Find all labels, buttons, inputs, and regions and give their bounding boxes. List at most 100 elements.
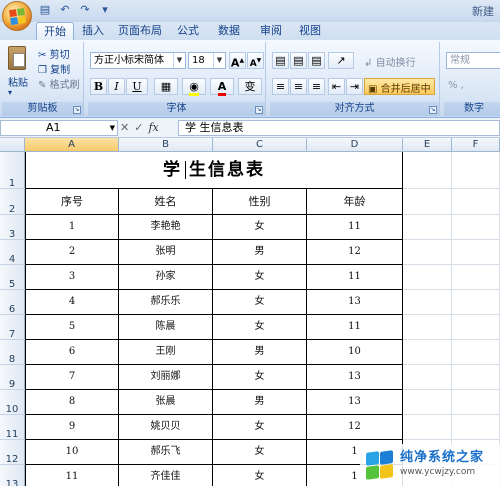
empty-cell[interactable] [403,315,452,340]
underline-button[interactable]: U [126,78,148,95]
table-cell[interactable]: 12 [307,240,403,265]
table-cell[interactable]: 女 [213,365,307,390]
column-header-a[interactable]: A [25,138,119,152]
row-header-9[interactable]: 9 [0,365,25,390]
italic-button[interactable]: I [108,78,125,95]
empty-cell[interactable] [403,215,452,240]
table-cell[interactable]: 11 [25,465,119,486]
empty-cell[interactable] [403,240,452,265]
table-cell[interactable]: 7 [25,365,119,390]
save-icon[interactable]: ▤ [38,3,52,17]
column-header-b[interactable]: B [119,138,213,152]
column-header-c[interactable]: C [213,138,307,152]
wrap-text-button[interactable]: ↲ 自动换行 [364,54,416,69]
table-cell[interactable]: 王刚 [119,340,213,365]
table-cell[interactable]: 男 [213,390,307,415]
customize-qat-icon[interactable]: ▾ [98,3,112,17]
formula-input[interactable]: 学 生信息表 [178,120,500,136]
table-cell[interactable]: 4 [25,290,119,315]
number-format-select[interactable]: 常规 [446,52,500,69]
font-launcher-icon[interactable]: ↘ [255,106,263,114]
shrink-font-button[interactable]: A▼ [247,52,264,69]
table-cell[interactable]: 女 [213,440,307,465]
column-header-d[interactable]: D [307,138,403,152]
grow-font-button[interactable]: A▲ [229,52,246,70]
empty-cell[interactable] [403,152,452,189]
table-cell[interactable]: 9 [25,415,119,440]
table-cell[interactable]: 8 [25,390,119,415]
bold-button[interactable]: B [90,78,107,95]
row-header-1[interactable]: 1 [0,152,25,189]
row-header-5[interactable]: 5 [0,265,25,290]
undo-icon[interactable]: ↶ [58,3,72,17]
empty-cell[interactable] [452,365,500,390]
table-cell[interactable]: 10 [307,340,403,365]
name-box[interactable]: A1 ▼ [0,120,118,136]
office-button[interactable] [2,1,32,31]
increase-indent-button[interactable]: ⇥ [346,78,363,95]
table-cell[interactable]: 11 [307,265,403,290]
align-bottom-button[interactable]: ▤ [308,52,325,69]
table-cell[interactable]: 3 [25,265,119,290]
tab-data[interactable]: 数据 [213,22,245,40]
empty-cell[interactable] [452,290,500,315]
borders-button[interactable]: ▦ [154,78,178,95]
column-header-e[interactable]: E [403,138,452,152]
empty-cell[interactable] [452,240,500,265]
table-cell[interactable]: 13 [307,290,403,315]
cancel-icon[interactable]: ✕ [120,121,129,134]
row-header-11[interactable]: 11 [0,415,25,440]
table-cell[interactable]: 郝乐乐 [119,290,213,315]
font-color-button[interactable]: A [210,78,234,96]
merge-center-button[interactable]: ▣ 合并后居中 [364,78,435,95]
table-cell[interactable]: 陈晨 [119,315,213,340]
empty-cell[interactable] [403,340,452,365]
tab-insert[interactable]: 插入 [78,22,108,40]
table-cell[interactable]: 张晨 [119,390,213,415]
row-header-12[interactable]: 12 [0,440,25,465]
empty-cell[interactable] [452,340,500,365]
table-cell[interactable]: 女 [213,265,307,290]
table-cell[interactable]: 女 [213,415,307,440]
table-cell[interactable]: 2 [25,240,119,265]
table-cell[interactable]: 11 [307,215,403,240]
row-header-6[interactable]: 6 [0,290,25,315]
align-left-button[interactable]: ≡ [272,78,289,95]
empty-cell[interactable] [403,365,452,390]
empty-cell[interactable] [452,315,500,340]
align-middle-button[interactable]: ▤ [290,52,307,69]
table-cell[interactable]: 齐佳佳 [119,465,213,486]
empty-cell[interactable] [452,189,500,215]
align-top-button[interactable]: ▤ [272,52,289,69]
paste-icon[interactable] [8,46,26,70]
align-right-button[interactable]: ≡ [308,78,325,95]
table-cell[interactable]: 孙家 [119,265,213,290]
table-cell[interactable]: 女 [213,315,307,340]
empty-cell[interactable] [452,152,500,189]
sheet-title-cell[interactable]: 学生信息表 [25,152,403,189]
clipboard-launcher-icon[interactable]: ↘ [73,106,81,114]
table-cell[interactable]: 5 [25,315,119,340]
empty-cell[interactable] [403,189,452,215]
table-cell[interactable]: 13 [307,365,403,390]
table-cell[interactable]: 男 [213,240,307,265]
insert-function-button[interactable]: fx [148,121,158,134]
table-cell[interactable]: 李艳艳 [119,215,213,240]
table-cell[interactable]: 刘丽娜 [119,365,213,390]
tab-home[interactable]: 开始 [36,22,74,40]
alignment-launcher-icon[interactable]: ↘ [429,106,437,114]
empty-cell[interactable] [403,415,452,440]
table-cell[interactable]: 女 [213,290,307,315]
row-header-2[interactable]: 2 [0,189,25,215]
row-header-13[interactable]: 13 [0,465,25,486]
decrease-indent-button[interactable]: ⇤ [328,78,345,95]
table-header-cell[interactable]: 年龄 [307,189,403,215]
row-header-10[interactable]: 10 [0,390,25,415]
table-cell[interactable]: 10 [25,440,119,465]
empty-cell[interactable] [403,390,452,415]
row-header-3[interactable]: 3 [0,215,25,240]
table-cell[interactable]: 女 [213,465,307,486]
table-cell[interactable]: 6 [25,340,119,365]
fill-color-button[interactable]: ◉ [182,78,206,96]
empty-cell[interactable] [452,265,500,290]
